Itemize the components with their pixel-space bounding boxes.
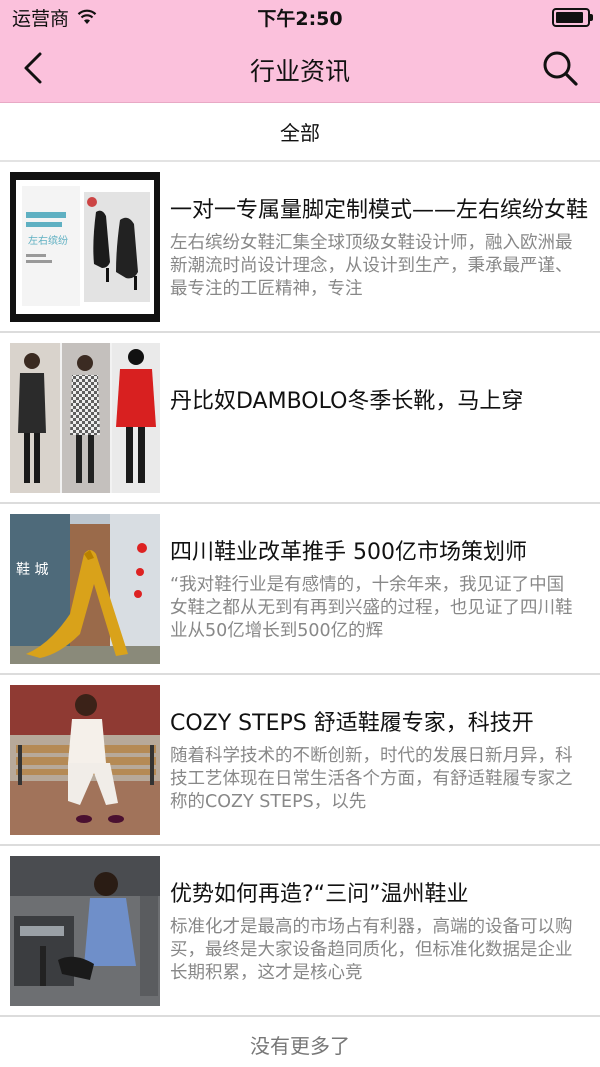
article-title: 优势如何再造?“三问”温州鞋业 (170, 882, 469, 907)
article-thumbnail (10, 856, 160, 1006)
navigation-bar: 行业资讯 (0, 34, 600, 103)
status-time: 下午2:50 (257, 7, 343, 30)
article-item[interactable]: 左右缤纷 一对一专属量脚定制模式——左右缤纷女鞋 左右缤纷女鞋汇集全球顶级女鞋设… (0, 162, 600, 333)
battery-level (556, 11, 583, 23)
article-item[interactable]: 优势如何再造?“三问”温州鞋业 标准化才是最高的市场占有利器，高端的设备可以购买… (0, 846, 600, 1017)
article-list: 左右缤纷 一对一专属量脚定制模式——左右缤纷女鞋 左右缤纷女鞋汇集全球顶级女鞋设… (0, 162, 600, 1017)
article-title: 四川鞋业改革推手 500亿市场策划师 (170, 540, 527, 565)
article-thumbnail: 左右缤纷 (10, 172, 160, 322)
article-title: COZY STEPS 舒适鞋履专家，科技开 (170, 711, 534, 736)
article-thumbnail (10, 343, 160, 493)
article-item[interactable]: COZY STEPS 舒适鞋履专家，科技开 随着科学技术的不断创新，时代的发展日… (0, 675, 600, 846)
battery-icon (552, 7, 593, 27)
status-bar: 运营商 下午2:50 (0, 0, 600, 34)
article-thumbnail: 鞋 城 (10, 514, 160, 664)
category-tab-bar: 全部 (0, 103, 600, 162)
article-summary: 标准化才是最高的市场占有利器，高端的设备可以购买，最终是大家设备趋同质化，但标准… (170, 917, 573, 983)
search-icon[interactable] (540, 48, 580, 88)
article-summary: 随着科学技术的不断创新，时代的发展日新月异，科技工艺体现在日常生活各个方面，有舒… (170, 746, 573, 812)
tab-all[interactable]: 全部 (280, 117, 320, 146)
thumb-sign-text: 鞋 城 (16, 562, 48, 578)
article-summary: 左右缤纷女鞋汇集全球顶级女鞋设计师，融入欧洲最新潮流时尚设计理念，从设计到生产，… (170, 233, 573, 299)
thumb-brand-text: 左右缤纷 (28, 234, 68, 247)
article-summary: “我对鞋行业是有感情的，十余年来，我见证了中国女鞋之都从无到有再到兴盛的过程，也… (170, 575, 573, 641)
article-thumbnail (10, 685, 160, 835)
article-item[interactable]: 丹比奴DAMBOLO冬季长靴，马上穿 (0, 333, 600, 504)
article-item[interactable]: 鞋 城 四川鞋业改革推手 500亿市场策划师 “我对鞋行业是有感情的，十余年来，… (0, 504, 600, 675)
article-title: 一对一专属量脚定制模式——左右缤纷女鞋 (170, 198, 589, 223)
article-title: 丹比奴DAMBOLO冬季长靴，马上穿 (170, 389, 524, 414)
page-title: 行业资讯 (249, 57, 350, 86)
no-more-label: 没有更多了 (250, 1034, 350, 1058)
